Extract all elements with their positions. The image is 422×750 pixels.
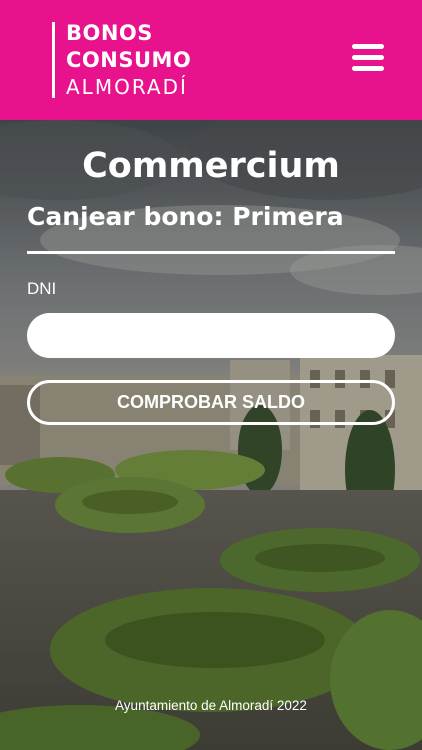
hamburger-menu-icon[interactable] (350, 44, 386, 76)
logo-line-almoradi: ALMORADÍ (66, 75, 188, 99)
dni-label: DNI (27, 279, 57, 298)
page-title: Commercium (82, 146, 340, 186)
app-header: BONOS CONSUMO ALMORADÍ (0, 0, 422, 120)
voucher-subtitle: Canjear bono: Primera (27, 202, 344, 231)
check-balance-button[interactable]: COMPROBAR SALDO (27, 380, 395, 425)
logo[interactable]: BONOS CONSUMO ALMORADÍ (66, 20, 191, 101)
footer-text: Ayuntamiento de Almoradí 2022 (115, 698, 307, 713)
logo-line-bonos: BONOS (66, 21, 153, 45)
dni-input[interactable] (27, 313, 395, 358)
logo-divider (52, 22, 55, 98)
logo-line-consumo: CONSUMO (66, 48, 192, 72)
divider (27, 251, 395, 254)
